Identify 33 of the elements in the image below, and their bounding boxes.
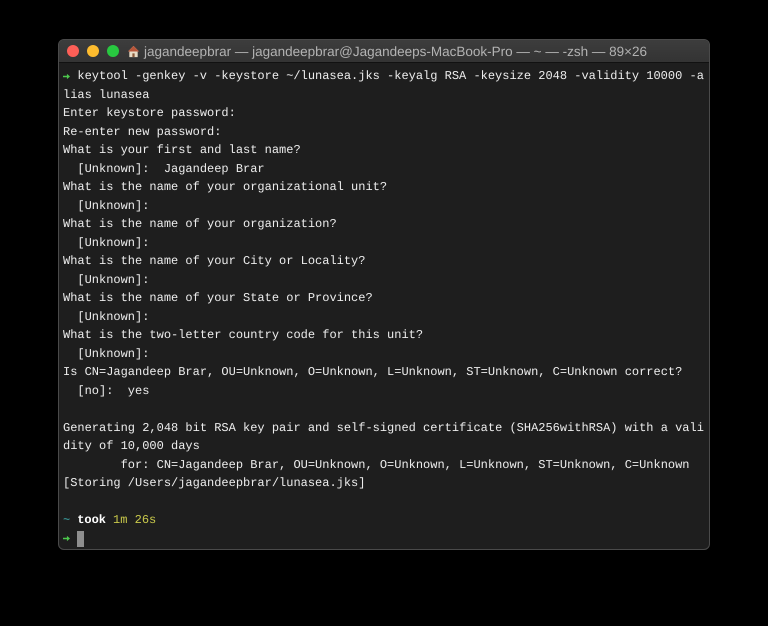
took-label: took: [77, 512, 106, 529]
output-text: What is the name of your organization?: [63, 216, 337, 233]
output-text: What is the name of your organizational unit?: [63, 179, 388, 196]
command-text: keytool -genkey -v -keystore ~/lunasea.jks -keyalg RSA -keysize 2048 -validity 10000 -a: [77, 68, 704, 85]
minimize-icon[interactable]: [87, 45, 99, 57]
output-text: dity of 10,000 days: [63, 438, 200, 455]
arrow-icon: [63, 535, 70, 542]
zoom-icon[interactable]: [107, 45, 119, 57]
output-text: [no]: yes: [76, 382, 150, 400]
house-icon: [127, 44, 140, 58]
output-text: What is your first and last name?: [63, 142, 301, 159]
output-text: Generating 2,048 bit RSA key pair and self-signed certificate (SHA256withRSA) with a vali: [63, 420, 704, 436]
output-text: lias lunasea: [63, 86, 150, 104]
output-text: [Unknown]:: [76, 198, 150, 214]
output-text: [Unknown]:: [76, 346, 150, 362]
output-text: Enter keystore password:: [63, 105, 236, 122]
output-text: [Unknown]:: [76, 308, 150, 326]
output-text: Re-enter new password:: [63, 124, 222, 140]
arrow-icon: [63, 72, 70, 80]
output-text: What is the name of your City or Locality?: [63, 253, 366, 270]
output-text: for: CN=Jagandeep Brar, OU=Unknown, O=Unknown, L=Unknown, ST=Unknown, C=Unknown: [120, 456, 690, 474]
close-icon[interactable]: [67, 45, 79, 57]
output-text: What is the name of your State or Province?: [63, 290, 373, 307]
duration-text: 1m 26s: [113, 512, 156, 529]
output-text: [Unknown]:: [76, 272, 150, 288]
output-text: What is the two-letter country code for this unit?: [63, 327, 424, 344]
directory-text: ~: [63, 512, 70, 529]
output-text: Is CN=Jagandeep Brar, OU=Unknown, O=Unknown, L=Unknown, ST=Unknown, C=Unknown correct?: [63, 364, 682, 381]
output-text: [Unknown]:: [76, 234, 150, 252]
output-text: [Storing /Users/jagandeepbrar/lunasea.jks]: [63, 475, 366, 492]
output-text: [Unknown]: Jagandeep Brar: [76, 160, 265, 178]
window-title: jagandeepbrar — jagandeepbrar@Jagandeeps-MacBook-Pro — ~ — -zsh — 89×26: [144, 44, 647, 58]
text-cursor: [77, 530, 84, 547]
